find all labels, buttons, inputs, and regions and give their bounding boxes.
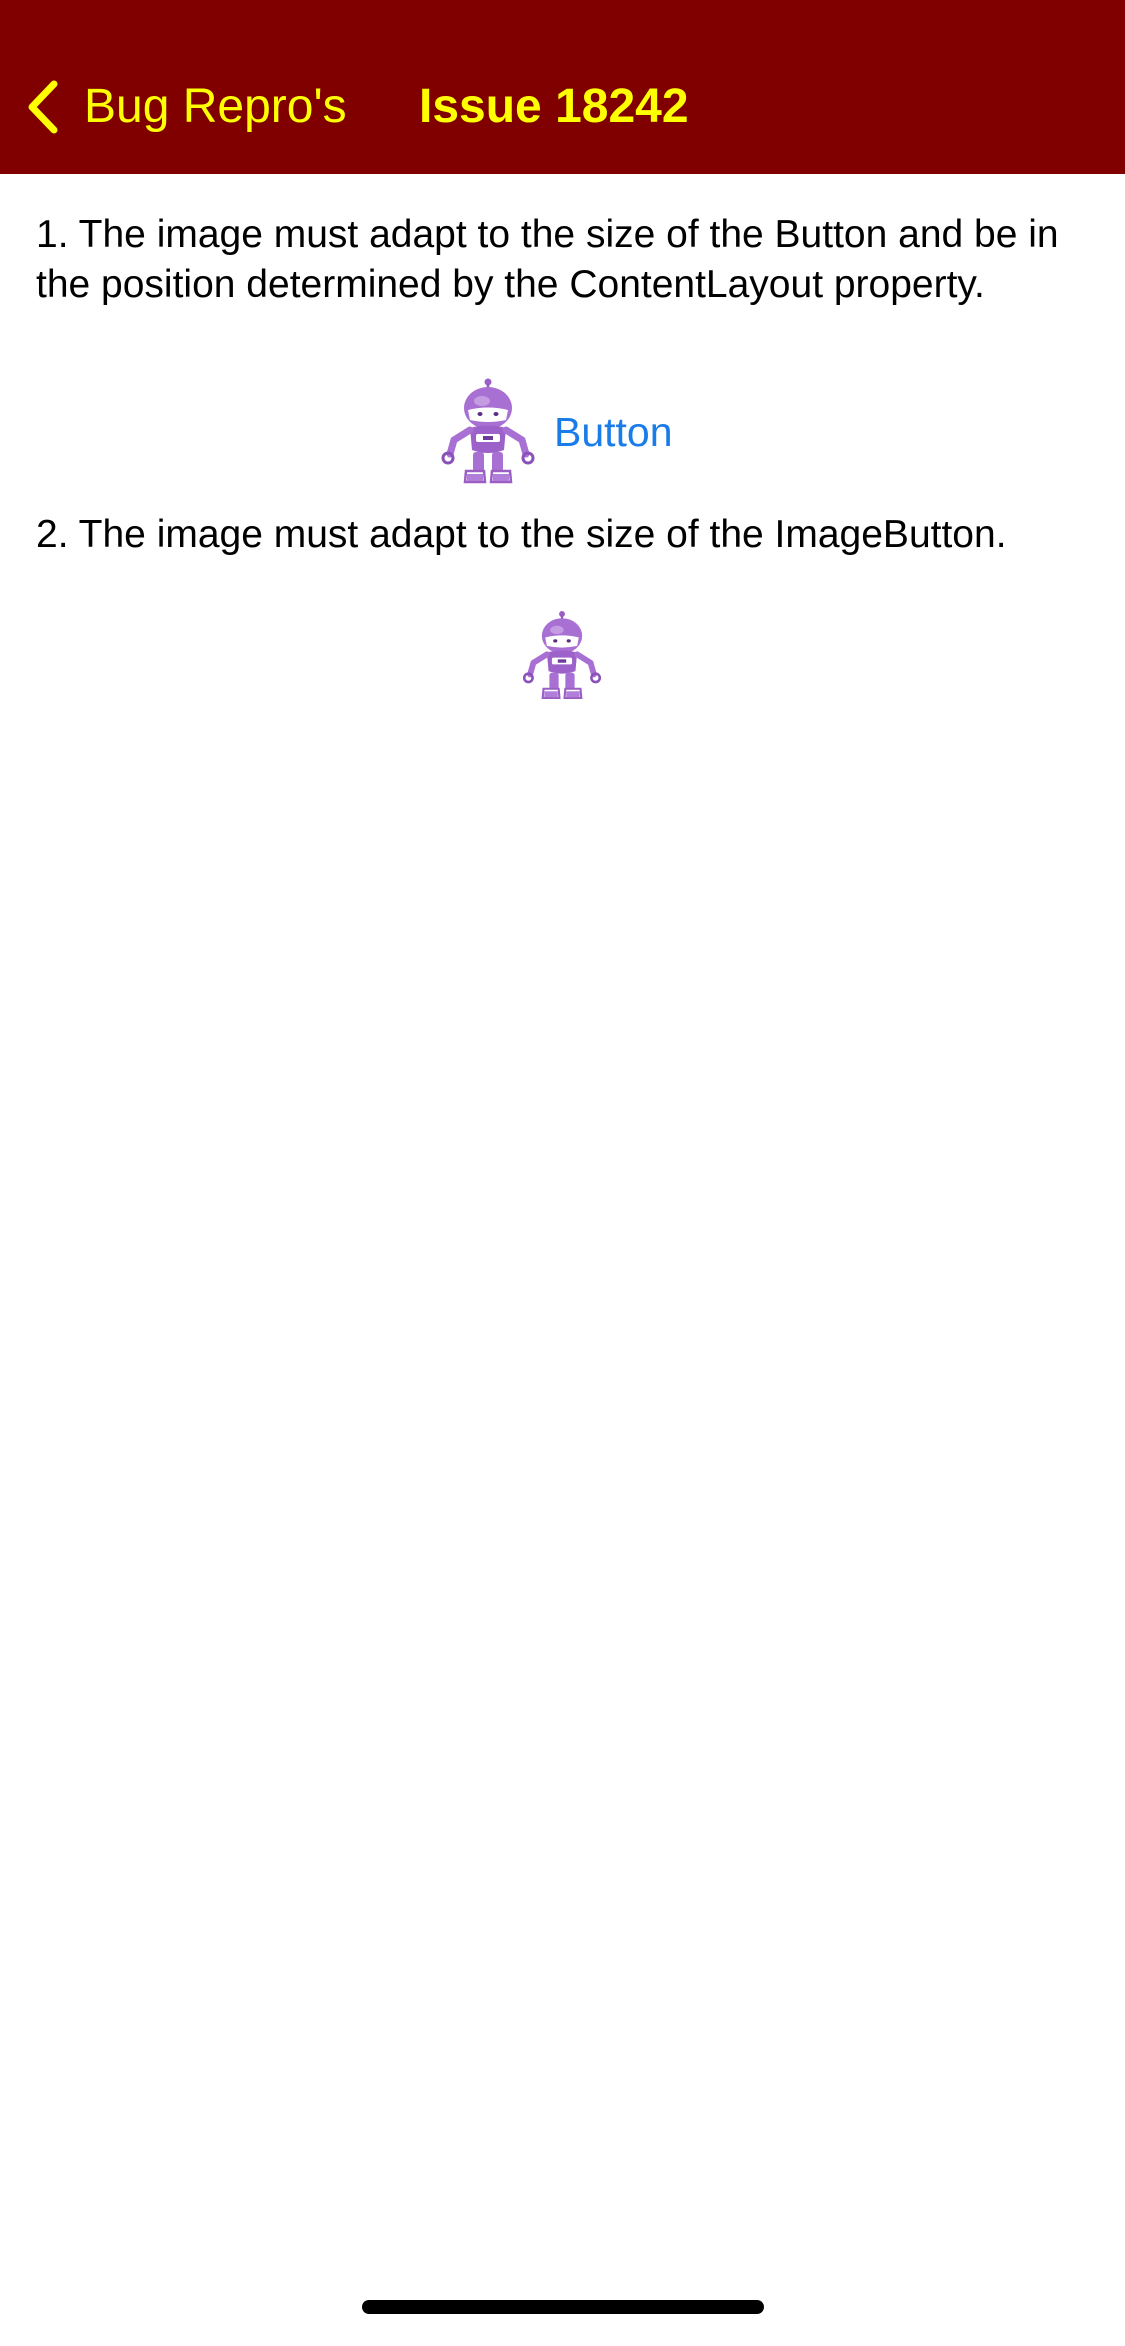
chevron-left-icon xyxy=(28,80,58,134)
description-1: 1. The image must adapt to the size of t… xyxy=(36,213,1059,306)
description-2: 2. The image must adapt to the size of t… xyxy=(36,513,1007,556)
page-title: Issue 18242 xyxy=(419,80,689,133)
dotnet-bot-icon xyxy=(520,610,604,702)
navigation-bar: Bug Repro's Issue 18242 xyxy=(0,0,1125,174)
image-text-button[interactable]: Button xyxy=(438,378,673,486)
button-label: Button xyxy=(554,409,673,455)
image-button[interactable] xyxy=(520,610,604,702)
dotnet-bot-icon xyxy=(438,378,538,486)
back-button[interactable]: Bug Repro's xyxy=(24,72,347,142)
home-indicator xyxy=(362,2300,764,2314)
back-button-label: Bug Repro's xyxy=(84,80,347,133)
